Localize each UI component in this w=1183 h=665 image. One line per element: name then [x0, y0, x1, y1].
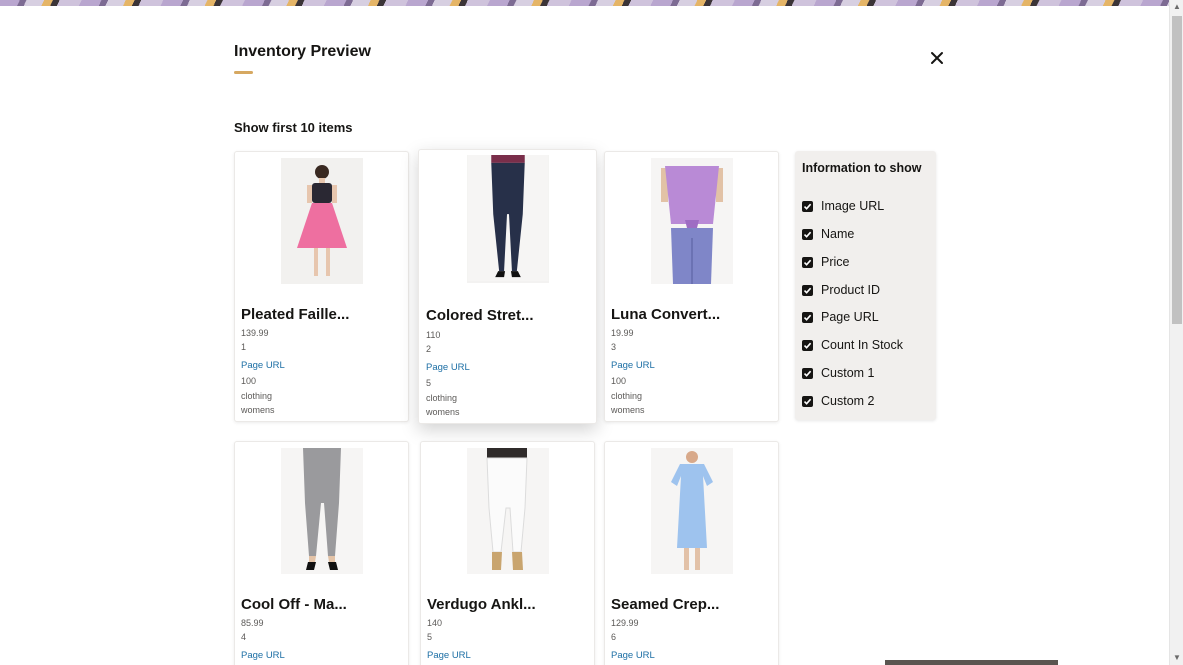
custom-1: clothing	[241, 391, 273, 401]
product-card[interactable]: Luna Convert... 19.99 3 Page URL 100 clo…	[604, 151, 779, 422]
close-icon	[931, 52, 943, 64]
product-name: Pleated Faille...	[241, 306, 350, 323]
product-name: Seamed Crep...	[611, 596, 720, 613]
title-accent-underline	[234, 71, 253, 74]
custom-1: clothing	[611, 391, 643, 401]
product-image	[651, 158, 733, 284]
custom-2: womens	[426, 407, 460, 417]
page-url-link[interactable]: Page URL	[611, 650, 655, 661]
decorative-banner-strip	[0, 0, 1169, 6]
checkbox-label: Page URL	[821, 310, 879, 324]
checkbox-product-id[interactable]: Product ID	[802, 282, 880, 298]
page-url-link[interactable]: Page URL	[426, 362, 470, 373]
dialog-title: Inventory Preview	[234, 43, 371, 60]
information-to-show-panel: Information to show Image URL Name Price…	[795, 151, 936, 420]
product-id: 2	[426, 344, 432, 354]
checkbox-checked-icon	[802, 395, 813, 407]
product-price: 140	[427, 618, 443, 628]
product-id: 1	[241, 342, 247, 352]
checkbox-label: Name	[821, 227, 855, 241]
product-price: 110	[426, 330, 441, 340]
checkbox-label: Product ID	[821, 283, 881, 297]
checkbox-price[interactable]: Price	[802, 254, 849, 270]
product-card[interactable]: Colored Stret... 110 2 Page URL 5 clothi…	[418, 149, 597, 424]
product-image	[467, 155, 549, 283]
scrollbar-thumb[interactable]	[1172, 16, 1182, 324]
checkbox-checked-icon	[802, 284, 813, 296]
product-name: Luna Convert...	[611, 306, 721, 323]
checkbox-label: Image URL	[821, 199, 885, 213]
custom-2: womens	[611, 405, 645, 415]
checkbox-page-url[interactable]: Page URL	[802, 309, 879, 325]
count-in-stock: 100	[241, 376, 257, 386]
product-image	[281, 448, 363, 574]
close-button[interactable]	[926, 47, 948, 69]
checkbox-checked-icon	[802, 228, 813, 240]
checkbox-label: Count In Stock	[821, 338, 903, 352]
product-price: 129.99	[611, 618, 639, 628]
product-name: Colored Stret...	[426, 307, 534, 324]
product-id: 5	[427, 632, 433, 642]
checkbox-label: Price	[821, 255, 850, 269]
count-in-stock: 100	[611, 376, 627, 386]
checkbox-label: Custom 1	[821, 366, 875, 380]
checkbox-custom-1[interactable]: Custom 1	[802, 365, 875, 381]
product-card[interactable]: Cool Off - Ma... 85.99 4 Page URL	[234, 441, 409, 665]
product-price: 19.99	[611, 328, 634, 338]
checkbox-image-url[interactable]: Image URL	[802, 198, 884, 214]
page-url-link[interactable]: Page URL	[611, 360, 655, 371]
checkbox-checked-icon	[802, 256, 813, 268]
scroll-down-arrow-icon[interactable]: ▼	[1170, 651, 1183, 665]
page-url-link[interactable]: Page URL	[241, 360, 285, 371]
checkbox-checked-icon	[802, 311, 813, 323]
product-name: Verdugo Ankl...	[427, 596, 536, 613]
product-card[interactable]: Pleated Faille... 139.99 1 Page URL 100 …	[234, 151, 409, 422]
vertical-scrollbar[interactable]: ▲ ▼	[1169, 0, 1183, 665]
checkbox-checked-icon	[802, 367, 813, 379]
product-price: 85.99	[241, 618, 264, 628]
product-price: 139.99	[241, 328, 269, 338]
show-first-label: Show first 10 items	[234, 120, 353, 135]
product-id: 6	[611, 632, 617, 642]
partial-widget-edge	[885, 660, 1058, 665]
checkbox-checked-icon	[802, 200, 813, 212]
product-id: 3	[611, 342, 617, 352]
checkbox-label: Custom 2	[821, 394, 875, 408]
product-image	[651, 448, 733, 574]
scroll-up-arrow-icon[interactable]: ▲	[1170, 0, 1183, 14]
checkbox-custom-2[interactable]: Custom 2	[802, 393, 875, 409]
product-name: Cool Off - Ma...	[241, 596, 347, 613]
product-card[interactable]: Seamed Crep... 129.99 6 Page URL	[604, 441, 779, 665]
info-panel-title: Information to show	[802, 161, 922, 175]
product-id: 4	[241, 632, 247, 642]
custom-1: clothing	[426, 393, 458, 403]
page-url-link[interactable]: Page URL	[241, 650, 285, 661]
custom-2: womens	[241, 405, 275, 415]
product-card[interactable]: Verdugo Ankl... 140 5 Page URL	[420, 441, 595, 665]
count-in-stock: 5	[426, 378, 432, 388]
product-image	[467, 448, 549, 574]
checkbox-name[interactable]: Name	[802, 226, 854, 242]
page-url-link[interactable]: Page URL	[427, 650, 471, 661]
checkbox-count-in-stock[interactable]: Count In Stock	[802, 337, 903, 353]
product-image	[281, 158, 363, 284]
checkbox-checked-icon	[802, 339, 813, 351]
